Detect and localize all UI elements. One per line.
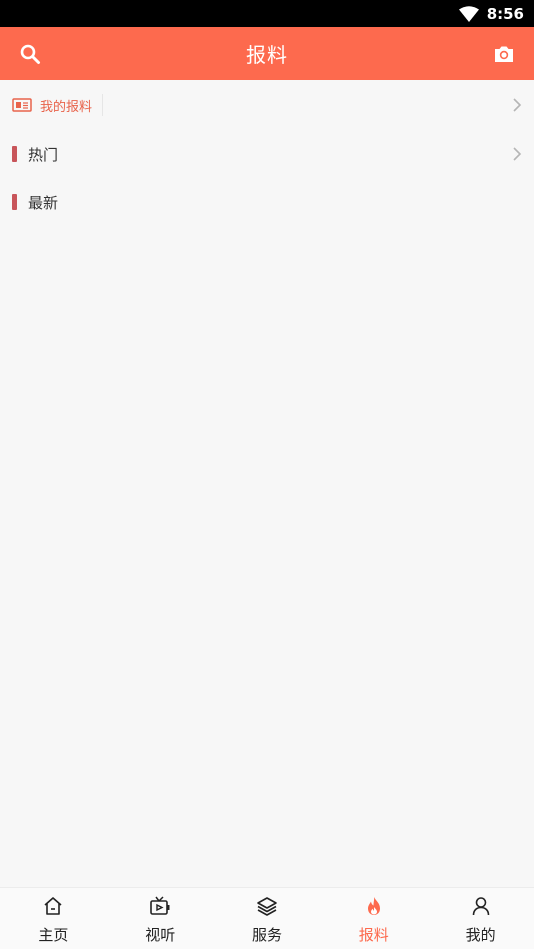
camera-button[interactable] [474,27,534,80]
section-hot-label: 热门 [28,145,59,164]
chevron-right-icon [513,147,522,161]
nav-home-label: 主页 [38,926,69,944]
section-latest: 最新 [0,178,534,226]
nav-media[interactable]: 视听 [107,888,214,949]
my-reports-label: 我的报料 [40,99,93,115]
camera-icon [495,46,513,62]
search-icon [20,44,40,64]
layers-icon [257,897,277,916]
app-header: 报料 [0,27,534,80]
section-marker [12,194,17,210]
section-latest-label: 最新 [28,193,59,212]
nav-profile[interactable]: 我的 [427,888,534,949]
section-marker [12,146,17,162]
nav-media-label: 视听 [145,926,176,944]
status-bar: 8:56 [0,0,534,27]
my-reports-link[interactable]: 我的报料 [0,80,534,130]
nav-home[interactable]: 主页 [0,888,107,949]
divider [102,94,103,116]
chevron-right-icon [513,98,522,112]
nav-reports-label: 报料 [358,926,389,944]
nav-profile-label: 我的 [465,926,496,944]
nav-reports[interactable]: 报料 [320,888,427,949]
nav-services[interactable]: 服务 [214,888,321,949]
search-button[interactable] [0,27,60,80]
tv-icon [150,896,170,915]
flame-icon [367,897,380,915]
screen: 8:56 报料 我的报料 热门 最新 主页 视听 服务 报料 我的 [0,0,534,949]
bottom-nav: 主页 视听 服务 报料 我的 [0,887,534,949]
wifi-icon [458,5,479,22]
status-time: 8:56 [486,4,524,23]
section-hot[interactable]: 热门 [0,130,534,178]
newspaper-icon [12,98,32,112]
user-icon [472,897,489,916]
nav-services-label: 服务 [251,926,282,944]
home-icon [44,897,62,915]
page-title: 报料 [246,43,288,67]
